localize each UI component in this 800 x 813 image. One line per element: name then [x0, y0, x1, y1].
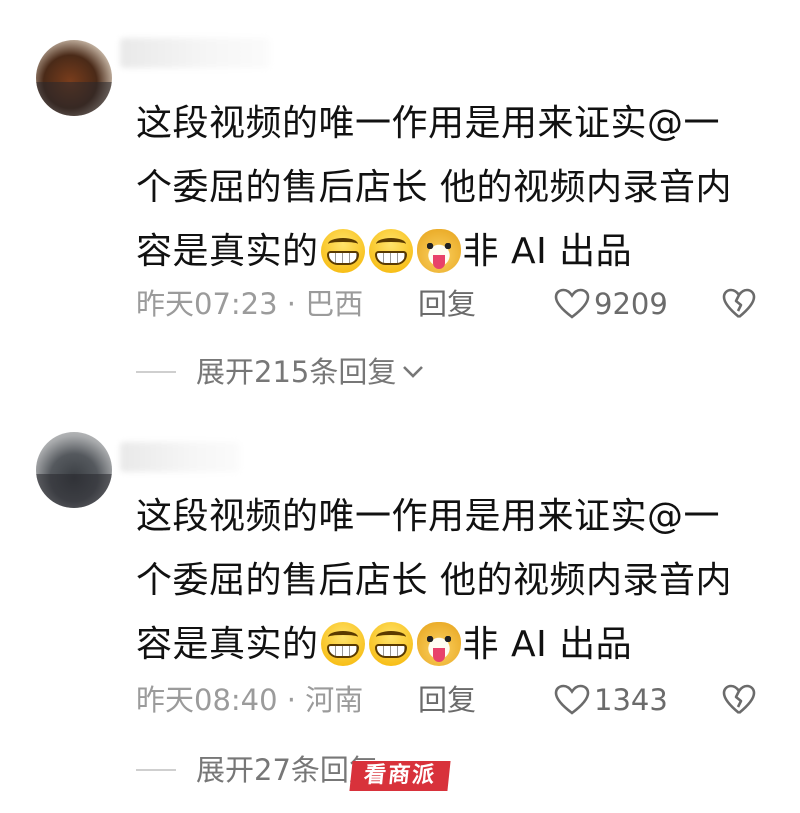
like-button[interactable]: 9209	[554, 284, 668, 324]
broken-heart-icon	[722, 288, 756, 319]
username-blurred[interactable]	[120, 38, 270, 68]
comment-time-location: 昨天08:40 · 河南	[136, 683, 364, 717]
heart-outline-icon	[554, 288, 590, 319]
comment-text-segment: 容是真实的	[136, 624, 319, 665]
username-blurred[interactable]	[120, 442, 240, 472]
expand-replies-label: 展开215条回复	[196, 355, 397, 389]
grinning-face-emoji-icon	[320, 229, 365, 273]
grinning-face-emoji-icon	[368, 229, 413, 273]
reply-button[interactable]: 回复	[418, 680, 476, 720]
comment-text-segment: 容是真实的	[136, 231, 319, 272]
comment-meta: 昨天08:40 · 河南 回复 1343	[136, 680, 766, 720]
like-count: 1343	[594, 683, 668, 717]
comment-text: 这段视频的唯一作用是用来证实@一 个委屈的售后店长 他的视频内录音内 容是真实的…	[136, 485, 756, 677]
watermark-logo: 看商派	[349, 761, 451, 791]
dislike-button[interactable]	[722, 288, 756, 330]
comment-text-line: 容是真实的 非 AI 出品	[136, 220, 756, 284]
comment-text-line: 容是真实的 非 AI 出品	[136, 613, 756, 677]
dog-face-emoji-icon	[416, 622, 461, 666]
divider	[136, 769, 176, 771]
dislike-button[interactable]	[722, 684, 756, 726]
comment-text-segment: 非 AI 出品	[462, 624, 633, 665]
chevron-down-icon	[403, 366, 424, 378]
avatar[interactable]	[36, 432, 112, 508]
divider	[136, 371, 176, 373]
comment-text-line: 个委屈的售后店长 他的视频内录音内	[136, 167, 732, 208]
grinning-face-emoji-icon	[368, 622, 413, 666]
comment-text-line: 这段视频的唯一作用是用来证实@一	[136, 103, 721, 144]
avatar[interactable]	[36, 40, 112, 116]
like-count: 9209	[594, 287, 668, 321]
reply-button[interactable]: 回复	[418, 284, 476, 324]
heart-outline-icon	[554, 684, 590, 715]
comment-text-line: 个委屈的售后店长 他的视频内录音内	[136, 560, 732, 601]
comment-meta: 昨天07:23 · 巴西 回复 9209	[136, 284, 766, 324]
broken-heart-icon	[722, 684, 756, 715]
expand-replies-button[interactable]: 展开215条回复	[136, 352, 424, 392]
comment-text: 这段视频的唯一作用是用来证实@一 个委屈的售后店长 他的视频内录音内 容是真实的…	[136, 92, 756, 284]
dog-face-emoji-icon	[416, 229, 461, 273]
grinning-face-emoji-icon	[320, 622, 365, 666]
comment-text-line: 这段视频的唯一作用是用来证实@一	[136, 496, 721, 537]
comment-text-segment: 非 AI 出品	[462, 231, 633, 272]
like-button[interactable]: 1343	[554, 680, 668, 720]
comment-time-location: 昨天07:23 · 巴西	[136, 287, 364, 321]
